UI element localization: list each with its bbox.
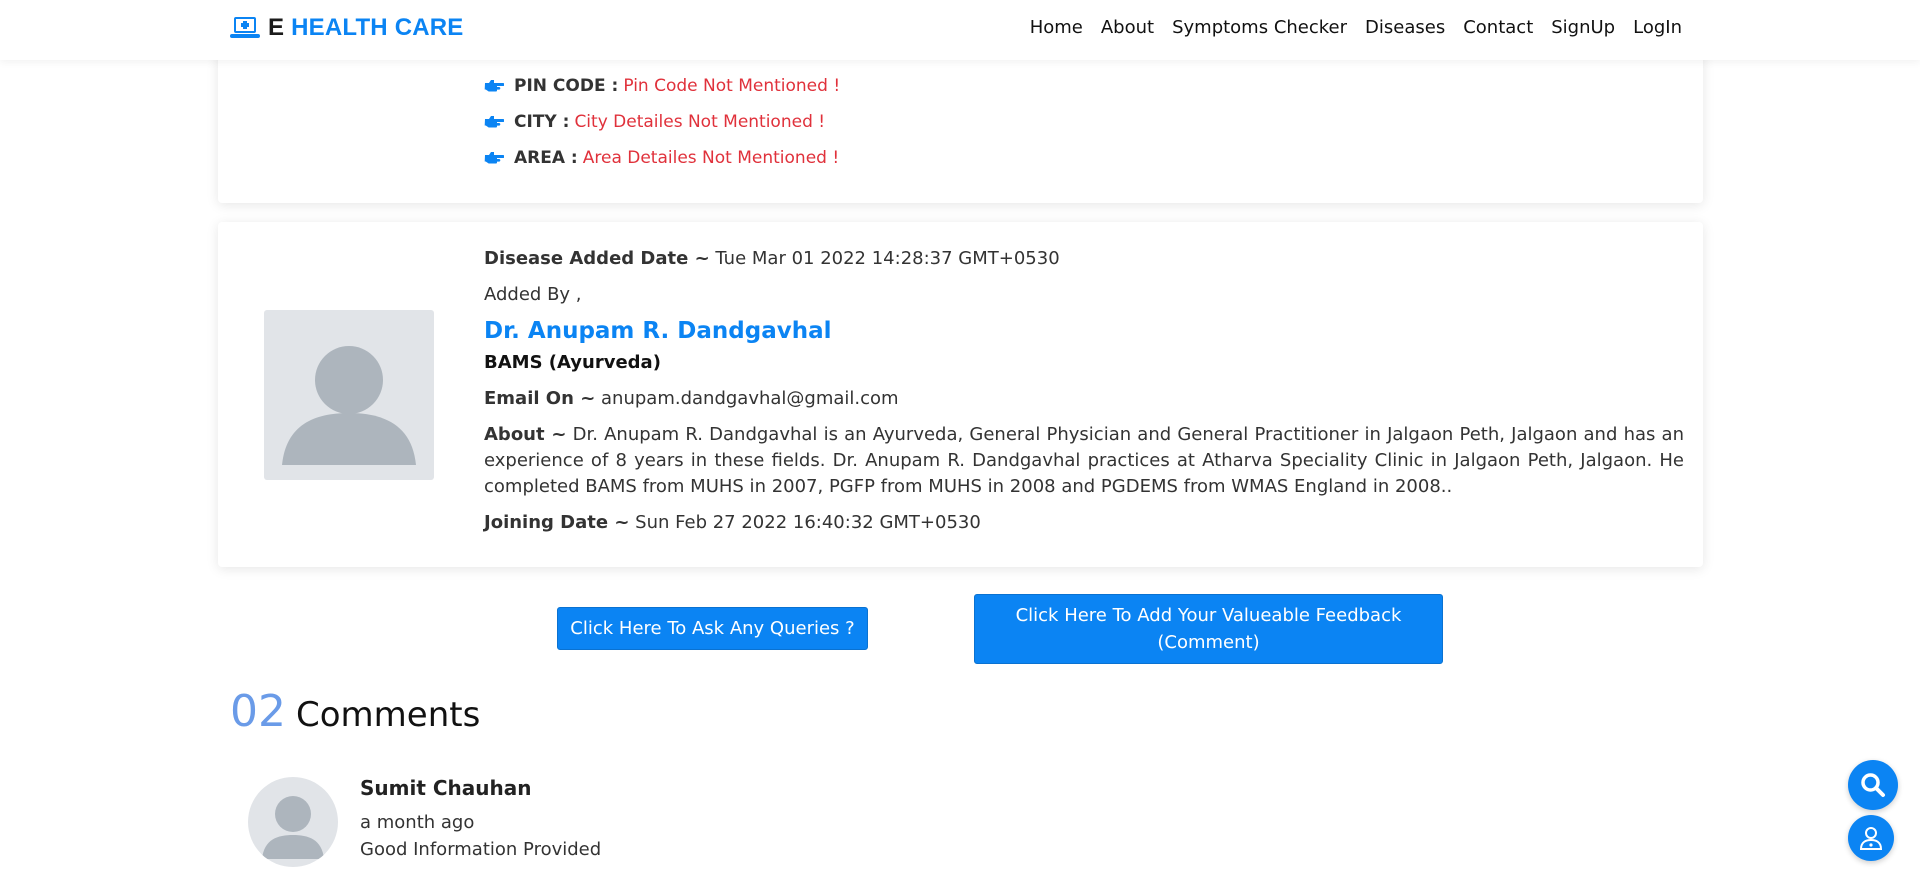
doctor-details: Disease Added Date ~ Tue Mar 01 2022 14:… xyxy=(484,246,1684,546)
doctor-name[interactable]: Dr. Anupam R. Dandgavhal xyxy=(484,318,1684,344)
nav-diseases[interactable]: Diseases xyxy=(1365,17,1445,38)
disease-added-date: Disease Added Date ~ Tue Mar 01 2022 14:… xyxy=(484,248,1060,269)
comments-count: 02 xyxy=(230,686,286,737)
comment-time: a month ago xyxy=(360,812,475,833)
ask-queries-button[interactable]: Click Here To Ask Any Queries ? xyxy=(557,607,868,650)
user-placeholder-icon xyxy=(262,796,324,859)
pointing-hand-icon xyxy=(484,115,504,129)
comment-text: Good Information Provided xyxy=(360,839,602,860)
comments-heading: 02 Comments xyxy=(230,686,480,737)
nav-symptoms-checker[interactable]: Symptoms Checker xyxy=(1172,17,1347,38)
area-row: AREA : Area Detailes Not Mentioned ! xyxy=(484,148,839,168)
add-feedback-button[interactable]: Click Here To Add Your Valueable Feedbac… xyxy=(974,594,1443,664)
search-icon xyxy=(1861,773,1885,797)
doctor-joining-date: Joining Date ~ Sun Feb 27 2022 16:40:32 … xyxy=(484,512,981,533)
user-placeholder-icon xyxy=(282,346,416,465)
search-fab-button[interactable] xyxy=(1848,760,1898,810)
nav-login[interactable]: LogIn xyxy=(1633,17,1682,38)
pin-code-label: PIN CODE : xyxy=(514,76,619,96)
pin-code-value: Pin Code Not Mentioned ! xyxy=(623,76,841,96)
comments-title: Comments xyxy=(296,695,481,735)
nav-signup[interactable]: SignUp xyxy=(1551,17,1615,38)
doctor-fab-button[interactable] xyxy=(1848,815,1894,861)
nav-contact[interactable]: Contact xyxy=(1463,17,1533,38)
nav-about[interactable]: About xyxy=(1101,17,1154,38)
city-label: CITY : xyxy=(514,112,570,132)
area-label: AREA : xyxy=(514,148,578,168)
area-value: Area Detailes Not Mentioned ! xyxy=(582,148,840,168)
city-value: City Detailes Not Mentioned ! xyxy=(574,112,826,132)
commenter-avatar xyxy=(248,777,338,867)
user-doctor-icon xyxy=(1859,827,1883,850)
nav-home[interactable]: Home xyxy=(1030,17,1083,38)
brand-logo[interactable]: E HEALTH CARE xyxy=(230,14,464,42)
navbar: E HEALTH CARE Home About Symptoms Checke… xyxy=(0,0,1920,60)
main-nav: Home About Symptoms Checker Diseases Con… xyxy=(1030,17,1682,38)
pointing-hand-icon xyxy=(484,79,504,93)
brand-name: E HEALTH CARE xyxy=(268,14,464,41)
doctor-avatar xyxy=(264,310,434,480)
address-card: PIN CODE : Pin Code Not Mentioned ! CITY… xyxy=(218,40,1703,203)
doctor-degree: BAMS (Ayurveda) xyxy=(484,352,661,373)
doctor-card: Disease Added Date ~ Tue Mar 01 2022 14:… xyxy=(218,222,1703,567)
medical-laptop-icon xyxy=(230,17,260,38)
doctor-email: Email On ~ anupam.dandgavhal@gmail.com xyxy=(484,388,899,409)
doctor-about: About ~ Dr. Anupam R. Dandgavhal is an A… xyxy=(484,424,1684,497)
city-row: CITY : City Detailes Not Mentioned ! xyxy=(484,112,825,132)
pointing-hand-icon xyxy=(484,151,504,165)
pin-code-row: PIN CODE : Pin Code Not Mentioned ! xyxy=(484,76,840,96)
added-by-label: Added By , xyxy=(484,284,582,305)
commenter-name: Sumit Chauhan xyxy=(360,776,532,800)
